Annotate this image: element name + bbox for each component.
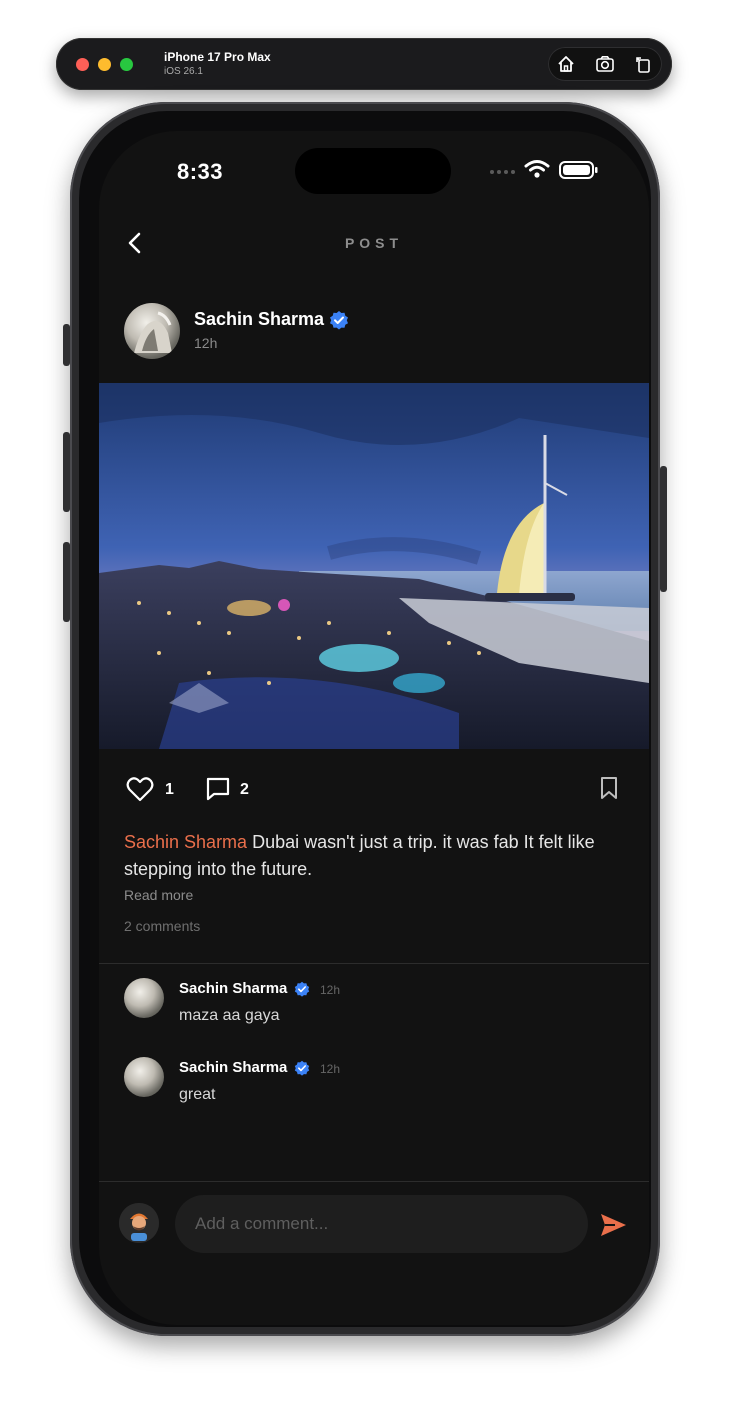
like-heart-icon[interactable] — [126, 776, 154, 802]
comments-summary-link[interactable]: 2 comments — [124, 918, 200, 934]
comment-author[interactable]: Sachin Sharma — [179, 980, 287, 997]
verified-badge-icon — [294, 1060, 310, 1076]
post-timestamp: 12h — [194, 335, 218, 351]
comment-avatar[interactable] — [124, 1057, 164, 1097]
like-count: 1 — [165, 781, 174, 798]
author-avatar[interactable] — [124, 303, 180, 359]
rotate-icon[interactable] — [633, 54, 653, 74]
screenshot-icon[interactable] — [595, 54, 615, 74]
comment-timestamp: 12h — [320, 983, 341, 997]
simulator-toolbar: iPhone 17 Pro Max iOS 26.1 — [56, 38, 672, 90]
os-version: iOS 26.1 — [164, 66, 203, 77]
divider — [99, 1181, 649, 1182]
comment-text: great — [179, 1086, 216, 1103]
phone-frame: 8:33 POST Sachin Sharma 12h 1 2 Sachin S… — [63, 102, 667, 1336]
author-name[interactable]: Sachin Sharma — [194, 309, 349, 330]
avatar-photo — [134, 311, 172, 353]
comment-timestamp: 12h — [320, 1062, 341, 1076]
comment-input[interactable] — [175, 1195, 588, 1253]
comment-count: 2 — [240, 781, 249, 798]
dynamic-island — [295, 148, 451, 194]
phone-bezel: 8:33 POST Sachin Sharma 12h 1 2 Sachin S… — [79, 111, 651, 1327]
bookmark-icon[interactable] — [599, 776, 619, 800]
volume-down-button — [63, 542, 70, 622]
comment-author[interactable]: Sachin Sharma — [179, 1059, 287, 1076]
home-icon[interactable] — [556, 54, 576, 74]
wifi-icon — [524, 160, 550, 178]
status-indicators — [489, 159, 601, 181]
comment-avatar[interactable] — [124, 978, 164, 1018]
minimize-window-button[interactable] — [98, 58, 111, 71]
close-window-button[interactable] — [76, 58, 89, 71]
simulator-button-group — [548, 47, 662, 81]
status-time: 8:33 — [177, 159, 224, 184]
comment-bubble-icon[interactable] — [205, 776, 231, 802]
zoom-window-button[interactable] — [120, 58, 133, 71]
battery-icon — [559, 161, 598, 179]
app-screen: 8:33 POST Sachin Sharma 12h 1 2 Sachin S… — [99, 131, 649, 1325]
cellular-signal-icon — [490, 170, 515, 174]
current-user-avatar — [119, 1203, 159, 1243]
author-name-text[interactable]: Sachin Sharma — [194, 309, 324, 329]
device-name: iPhone 17 Pro Max — [164, 50, 271, 64]
verified-badge-icon — [294, 981, 310, 997]
send-icon[interactable] — [599, 1212, 627, 1238]
volume-up-button — [63, 432, 70, 512]
user-emoji-avatar — [119, 1203, 159, 1243]
divider — [99, 963, 649, 964]
post-caption: Sachin Sharma Dubai wasn't just a trip. … — [124, 829, 624, 883]
read-more-link[interactable]: Read more — [124, 887, 193, 903]
power-button — [660, 466, 667, 592]
comment-text: maza aa gaya — [179, 1007, 280, 1024]
action-button — [63, 324, 70, 366]
verified-badge-icon — [330, 311, 349, 330]
caption-author[interactable]: Sachin Sharma — [124, 832, 247, 852]
post-image[interactable] — [99, 383, 649, 749]
page-title: POST — [344, 235, 404, 251]
